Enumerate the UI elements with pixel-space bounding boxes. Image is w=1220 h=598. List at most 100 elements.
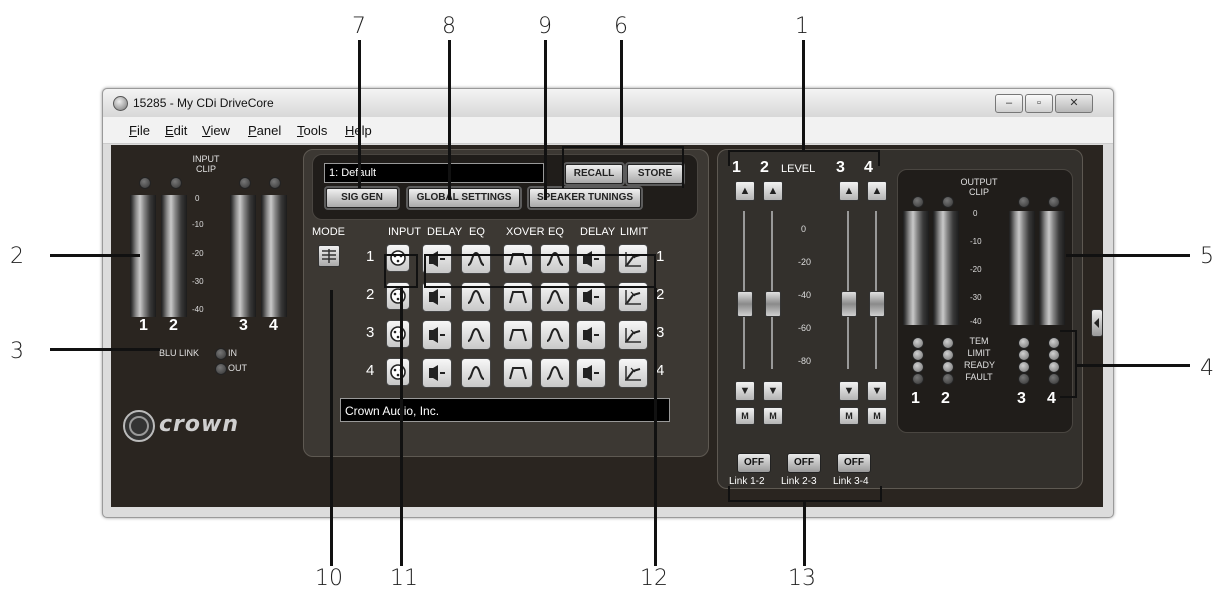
- fader-knob-2[interactable]: [765, 291, 781, 317]
- status-led: [942, 361, 954, 373]
- mode-icon[interactable]: [318, 245, 340, 267]
- eq-icon: [466, 288, 486, 306]
- link-3-4-toggle[interactable]: OFF: [837, 453, 871, 473]
- callout-12-box: [424, 254, 656, 288]
- input-clip-led-1: [139, 177, 151, 189]
- level-up-button-3[interactable]: ▲: [839, 181, 859, 201]
- chain-block-delay-button[interactable]: [422, 358, 452, 388]
- chain-block-xover-button[interactable]: [503, 358, 533, 388]
- menu-file[interactable]: File: [129, 123, 150, 138]
- status-led: [1018, 337, 1030, 349]
- output-clip-label: CLIP: [968, 187, 989, 197]
- chain-block-limit-button[interactable]: [618, 320, 648, 350]
- callout-3: 3: [10, 339, 24, 364]
- menu-bar: File Edit View Panel Tools Help: [103, 117, 1113, 144]
- level-up-button-1[interactable]: ▲: [735, 181, 755, 201]
- callout-3-line: [50, 348, 160, 351]
- chain-block-delay-button[interactable]: [576, 358, 606, 388]
- chain-block-eq-button[interactable]: [461, 320, 491, 350]
- chain-block-input-button[interactable]: [386, 358, 410, 386]
- delay-icon: [581, 326, 601, 344]
- title-bar[interactable]: 15285 - My CDi DriveCore – ▫ ✕: [103, 89, 1113, 117]
- output-meter-4: [1039, 211, 1065, 325]
- header-xover: XOVER: [506, 226, 545, 238]
- callout-8: 8: [442, 14, 456, 39]
- status-tem-label: TEM: [969, 336, 989, 346]
- delay-icon: [427, 288, 447, 306]
- chain-block-eq-button[interactable]: [540, 320, 570, 350]
- callout-12-line: [654, 288, 657, 566]
- preset-name-field[interactable]: 1: Default: [324, 163, 544, 183]
- callout-9-line: [544, 40, 547, 200]
- mute-button-2[interactable]: M: [763, 407, 783, 425]
- xover-icon: [508, 288, 528, 306]
- header-delay-2: DELAY: [580, 226, 616, 238]
- callout-10-line: [330, 290, 333, 566]
- level-down-button-2[interactable]: ▼: [763, 381, 783, 401]
- chain-block-limit-button[interactable]: [618, 358, 648, 388]
- input-channel-2: 2: [169, 317, 178, 334]
- level-scale-60: -60: [798, 323, 812, 333]
- global-settings-button[interactable]: GLOBAL SETTINGS: [408, 188, 520, 208]
- collapse-tab[interactable]: [1091, 309, 1103, 337]
- status-led: [1018, 349, 1030, 361]
- menu-panel[interactable]: Panel: [248, 123, 281, 138]
- output-channel-1: 1: [911, 390, 920, 407]
- status-led: [912, 373, 924, 385]
- input-clip-led-4: [269, 177, 281, 189]
- output-scale-20: -20: [970, 265, 982, 274]
- callout-11-box: [384, 254, 418, 288]
- window-title: 15285 - My CDi DriveCore: [133, 96, 274, 110]
- panel-client-area: INPUT CLIP 0 -10 -20 -30 -40 1 2 3 4 BLU…: [111, 145, 1103, 507]
- level-up-button-4[interactable]: ▲: [867, 181, 887, 201]
- fader-knob-4[interactable]: [869, 291, 885, 317]
- chain-block-delay-button[interactable]: [576, 320, 606, 350]
- chain-block-eq-button[interactable]: [461, 358, 491, 388]
- output-meter-3: [1009, 211, 1035, 325]
- chain-block-eq-button[interactable]: [540, 358, 570, 388]
- chain-block-delay-button[interactable]: [422, 320, 452, 350]
- fader-knob-3[interactable]: [841, 291, 857, 317]
- status-fault-label: FAULT: [965, 372, 993, 382]
- fader-track-1: [743, 211, 745, 369]
- mute-button-1[interactable]: M: [735, 407, 755, 425]
- callout-2-line: [50, 254, 140, 257]
- level-down-button-3[interactable]: ▼: [839, 381, 859, 401]
- callout-12: 12: [640, 566, 668, 591]
- output-channel-2: 2: [941, 390, 950, 407]
- level-down-button-1[interactable]: ▼: [735, 381, 755, 401]
- mute-button-3[interactable]: M: [839, 407, 859, 425]
- mute-button-4[interactable]: M: [867, 407, 887, 425]
- fader-knob-1[interactable]: [737, 291, 753, 317]
- minimize-button[interactable]: –: [995, 94, 1023, 113]
- menu-tools[interactable]: Tools: [297, 123, 327, 138]
- input-scale-10: -10: [192, 220, 204, 229]
- menu-edit[interactable]: Edit: [165, 123, 187, 138]
- header-eq: EQ: [469, 226, 485, 238]
- sig-gen-button[interactable]: SIG GEN: [326, 188, 398, 208]
- callout-2: 2: [10, 244, 24, 269]
- output-meter-1: [903, 211, 929, 325]
- callout-6-line: [620, 40, 623, 148]
- menu-view[interactable]: View: [202, 123, 230, 138]
- link-1-2-toggle[interactable]: OFF: [737, 453, 771, 473]
- maximize-button[interactable]: ▫: [1025, 94, 1053, 113]
- callout-5-line: [1066, 254, 1190, 257]
- chain-block-xover-button[interactable]: [503, 320, 533, 350]
- level-up-button-2[interactable]: ▲: [763, 181, 783, 201]
- delay-icon: [427, 364, 447, 382]
- callout-10: 10: [315, 566, 343, 591]
- status-field[interactable]: Crown Audio, Inc.: [340, 398, 670, 422]
- status-limit-label: LIMIT: [967, 348, 991, 358]
- input-scale-30: -30: [192, 277, 204, 286]
- crown-logo-icon: [123, 410, 155, 442]
- eq-icon: [466, 364, 486, 382]
- chain-block-input-button[interactable]: [386, 320, 410, 348]
- blu-link-label: BLU LINK: [159, 348, 200, 358]
- delay-icon: [581, 288, 601, 306]
- callout-1-bracket: [728, 150, 880, 166]
- level-down-button-4[interactable]: ▼: [867, 381, 887, 401]
- input-scale-0: 0: [195, 194, 200, 203]
- link-2-3-toggle[interactable]: OFF: [787, 453, 821, 473]
- close-button[interactable]: ✕: [1055, 94, 1093, 113]
